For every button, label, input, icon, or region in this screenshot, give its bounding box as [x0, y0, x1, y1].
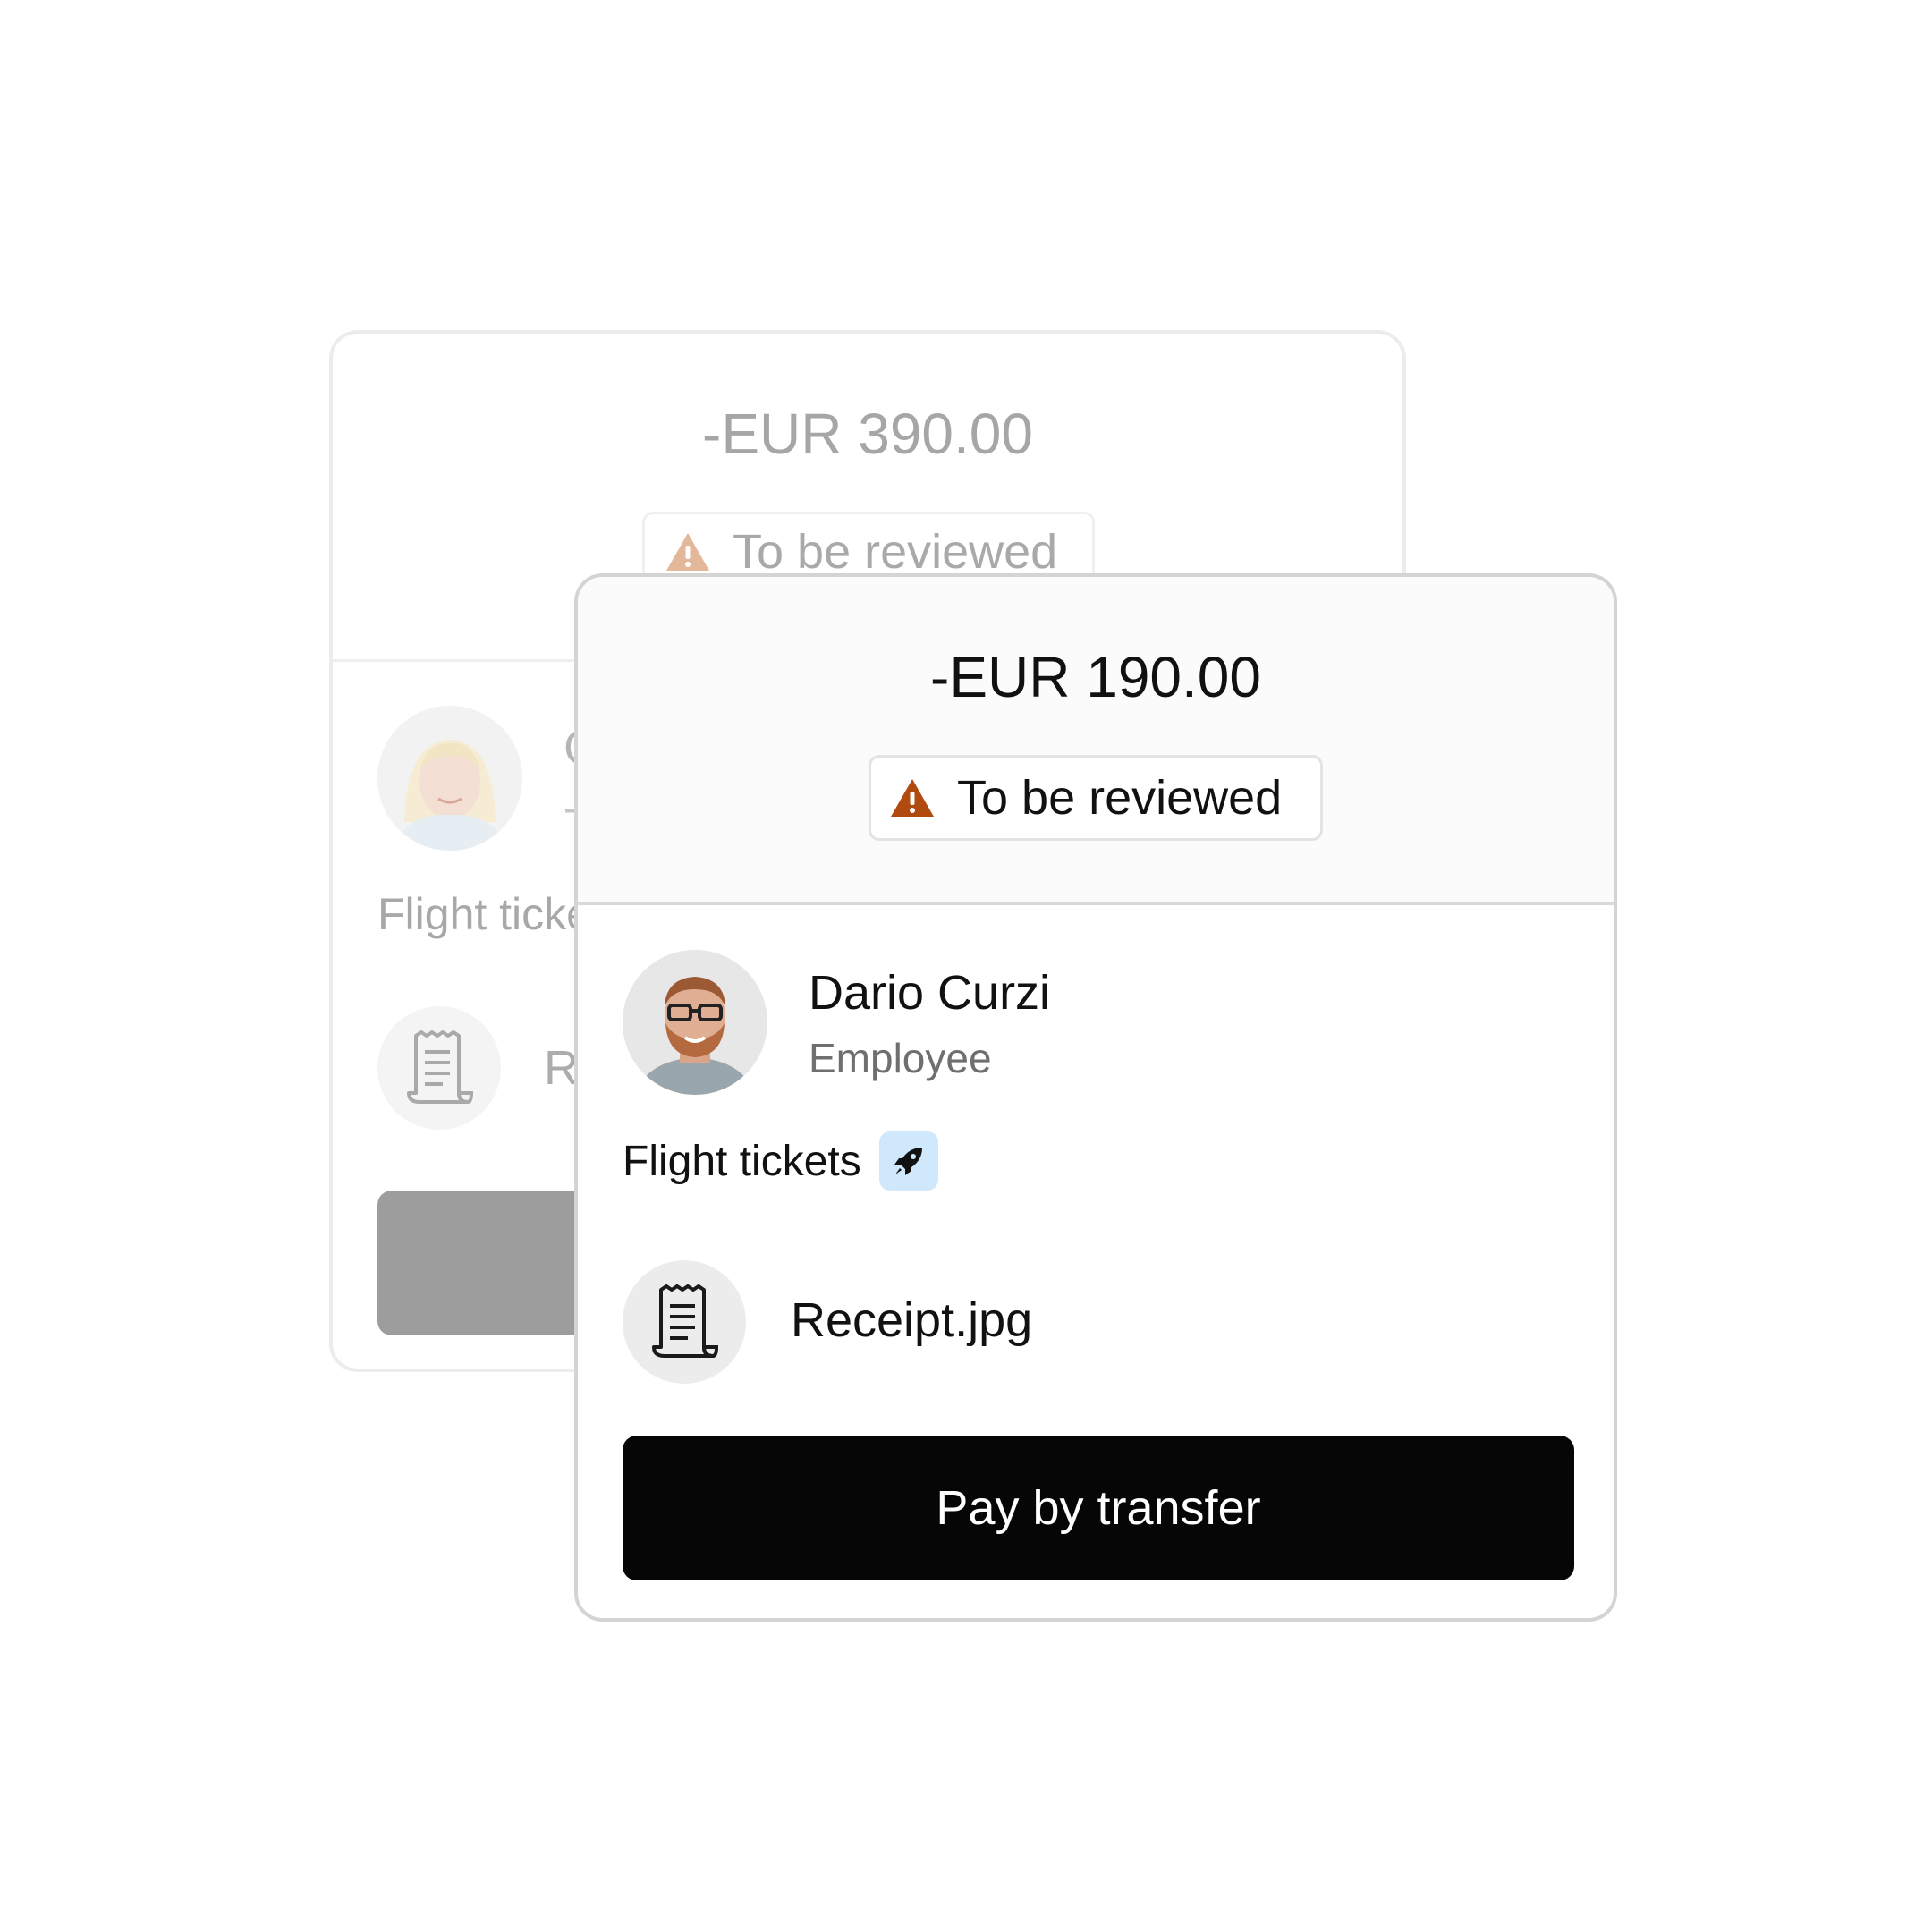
expense-category: Flight ticke [377, 889, 591, 939]
employee-name: Dario Curzi [809, 966, 1051, 1020]
pay-by-transfer-button[interactable]: Pay by transfer [623, 1436, 1574, 1580]
expense-amount: -EUR 390.00 [702, 402, 1033, 466]
expense-card[interactable]: -EUR 190.00 To be reviewed Dario Curzi E… [574, 573, 1617, 1622]
stage: -EUR 390.00 To be reviewed C - [0, 0, 1932, 1932]
avatar [623, 950, 767, 1095]
avatar [377, 706, 522, 851]
employee-role: Employee [809, 1035, 992, 1081]
receipt-icon [377, 1006, 501, 1130]
expense-header: -EUR 190.00 To be reviewed [578, 577, 1614, 905]
status-badge: To be reviewed [869, 755, 1323, 841]
status-label: To be reviewed [733, 525, 1058, 579]
receipt-icon [623, 1260, 746, 1384]
rocket-icon [878, 1131, 938, 1191]
status-label: To be reviewed [957, 771, 1283, 825]
category-label: Flight tickets [623, 1137, 861, 1185]
warning-icon [666, 533, 709, 571]
expense-category: Flight tickets [623, 1131, 938, 1191]
warning-icon [891, 779, 934, 817]
receipt-file-name[interactable]: Receipt.jpg [791, 1292, 1032, 1348]
expense-amount: -EUR 190.00 [930, 645, 1261, 709]
